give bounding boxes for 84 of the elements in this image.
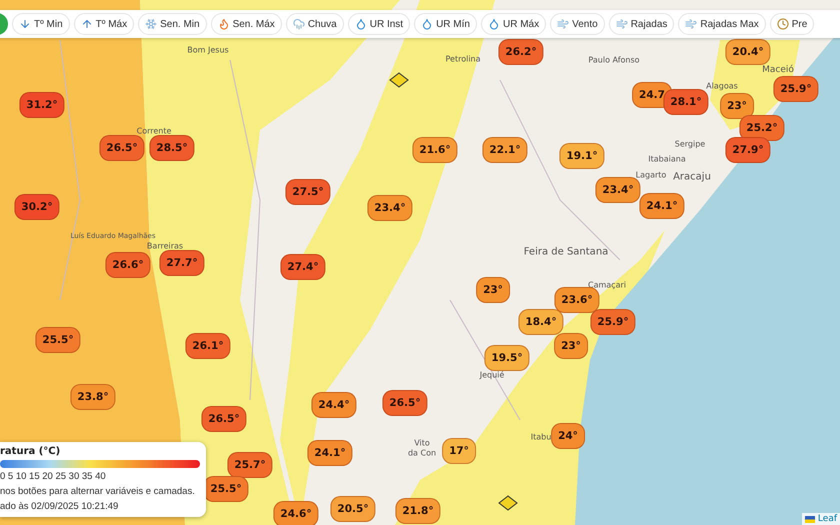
variable-button[interactable]: Chuva: [286, 13, 344, 35]
temperature-marker[interactable]: 28.5°: [149, 135, 195, 161]
temperature-marker[interactable]: 21.6°: [412, 137, 458, 163]
place-label: da Con: [408, 448, 436, 458]
variable-button[interactable]: Tº Máx: [74, 13, 134, 35]
rain-icon: [292, 18, 305, 30]
fire-icon: [218, 18, 230, 30]
update-time: ado às 02/09/2025 10:21:49: [0, 501, 120, 513]
place-label: Sergipe: [674, 140, 706, 148]
temperature-marker[interactable]: 26.1°: [185, 333, 231, 359]
place-label: Feira de Santana: [524, 246, 608, 258]
drop-icon: [354, 18, 367, 30]
temperature-marker[interactable]: 24°: [551, 423, 585, 449]
place-label: Vito: [414, 438, 430, 448]
temperature-marker[interactable]: 20.4°: [725, 39, 771, 65]
legend-title: ratura (°C): [0, 446, 62, 457]
temperature-marker[interactable]: 19.1°: [559, 143, 605, 169]
place-label: Paulo Afonso: [588, 56, 640, 64]
attribution-text[interactable]: Leaf: [818, 514, 837, 524]
temperature-marker[interactable]: 18.4°: [518, 309, 564, 335]
variable-button[interactable]: Vento: [550, 13, 605, 35]
temperature-marker[interactable]: 19.5°: [484, 345, 530, 371]
temperature-marker[interactable]: 24.6°: [273, 501, 319, 525]
place-label: Bom Jesus: [187, 46, 229, 54]
temperature-marker[interactable]: 28.1°: [663, 89, 709, 115]
temperature-marker[interactable]: 23.4°: [367, 195, 413, 221]
temperature-marker[interactable]: 27.5°: [285, 179, 331, 205]
temperature-marker[interactable]: 24.1°: [639, 193, 685, 219]
temperature-marker[interactable]: 27.4°: [280, 254, 326, 280]
up-icon: [80, 18, 93, 30]
temperature-marker[interactable]: 23°: [554, 333, 588, 359]
place-label: Itabaiana: [648, 154, 686, 164]
temperature-marker[interactable]: 21.8°: [395, 498, 441, 524]
scale-labels: 0 5 10 15 20 25 30 35 40: [0, 471, 107, 483]
temperature-marker[interactable]: 25.9°: [773, 76, 819, 102]
place-label: Itabu: [530, 432, 552, 442]
place-label: Lagarto: [636, 170, 666, 180]
temperature-marker[interactable]: 26.2°: [498, 39, 544, 65]
temperature-marker[interactable]: 31.2°: [19, 92, 65, 118]
temperature-marker[interactable]: 24.1°: [307, 440, 353, 466]
variable-button[interactable]: Sen. Min: [138, 13, 207, 35]
temperature-marker[interactable]: 23.4°: [595, 177, 641, 203]
variable-button[interactable]: UR Mín: [414, 13, 477, 35]
place-label: Aracaju: [673, 172, 711, 182]
variable-button[interactable]: Tº Min: [12, 13, 70, 35]
temperature-marker[interactable]: 25.9°: [590, 309, 636, 335]
temperature-marker[interactable]: 27.9°: [725, 137, 771, 163]
place-label: Maceió: [762, 65, 794, 75]
temperature-marker[interactable]: 23°: [720, 93, 754, 119]
temperature-marker[interactable]: 23.6°: [554, 287, 600, 313]
wind-icon: [557, 18, 570, 30]
place-label: Jequié: [480, 370, 504, 380]
temperature-marker[interactable]: 23°: [476, 277, 510, 303]
variable-button[interactable]: UR Máx: [480, 13, 546, 35]
temperature-marker[interactable]: 24.4°: [311, 392, 357, 418]
variable-button[interactable]: Rajadas Max: [678, 13, 766, 35]
temperature-marker[interactable]: 20.5°: [330, 496, 376, 522]
variable-button[interactable]: Rajadas: [608, 13, 674, 35]
down-icon: [19, 18, 31, 30]
attribution-link[interactable]: Leaf: [802, 513, 840, 525]
clock-icon: [776, 18, 789, 30]
flag-icon: [804, 516, 815, 522]
temperature-marker[interactable]: 26.5°: [201, 406, 247, 432]
temperature-marker[interactable]: 25.7°: [227, 452, 273, 478]
drop-icon: [421, 18, 434, 30]
wind-icon: [616, 18, 628, 30]
temperature-marker[interactable]: 26.5°: [99, 135, 145, 161]
wind-icon: [685, 18, 698, 30]
hint-text: nos botões para alternar variáveis e camadas.: [0, 486, 196, 498]
variable-button[interactable]: UR Inst: [348, 13, 410, 35]
temperature-marker[interactable]: 26.6°: [105, 252, 151, 278]
temperature-marker[interactable]: 27.7°: [159, 250, 205, 276]
variable-button[interactable]: Pre: [770, 13, 814, 35]
drop-icon: [488, 18, 500, 30]
temperature-marker[interactable]: 25.5°: [35, 327, 81, 353]
place-label: Corrente: [136, 126, 172, 136]
temperature-marker[interactable]: 23.8°: [70, 384, 116, 410]
temperature-marker[interactable]: 30.2°: [14, 194, 60, 220]
place-label: Barreiras: [146, 242, 184, 250]
temperature-marker[interactable]: 17°: [442, 438, 476, 464]
temperature-marker[interactable]: 26.5°: [382, 390, 428, 416]
snow-icon: [145, 18, 158, 30]
variable-button[interactable]: Sen. Máx: [210, 13, 282, 35]
temperature-marker[interactable]: 22.1°: [482, 137, 528, 163]
